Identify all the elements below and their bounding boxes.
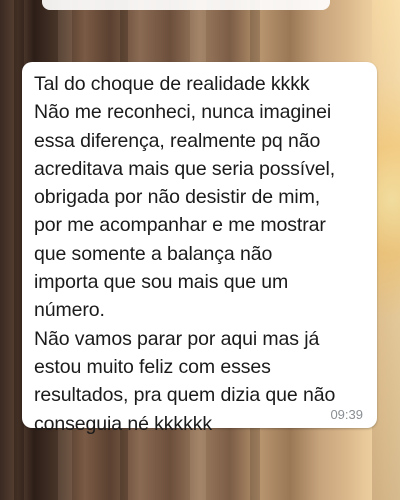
message-line: obrigada por não desistir de mim, bbox=[34, 186, 321, 209]
message-timestamp: 09:39 bbox=[330, 407, 363, 422]
message-line: resultados, pra quem dizia que não bbox=[34, 384, 336, 407]
message-line: que somente a balança não bbox=[34, 242, 273, 265]
message-line: Não me reconheci, nunca imaginei bbox=[34, 101, 332, 124]
message-line: Não vamos parar por aqui mas já bbox=[34, 327, 320, 350]
previous-message-bubble-edge bbox=[42, 0, 330, 10]
message-text: Tal do choque de realidade kkkk Não me re… bbox=[34, 70, 365, 438]
message-line: estou muito feliz com esses bbox=[34, 355, 271, 378]
message-line: número. bbox=[34, 299, 105, 322]
received-message-bubble[interactable]: Tal do choque de realidade kkkk Não me re… bbox=[22, 62, 377, 435]
message-line: por me acompanhar e me mostrar bbox=[34, 214, 326, 237]
message-line: acreditava mais que seria possível, bbox=[34, 157, 336, 180]
message-line: importa que sou mais que um bbox=[34, 271, 289, 294]
message-line: Tal do choque de realidade kkkk bbox=[34, 73, 310, 95]
message-line: conseguia né kkkkkk bbox=[34, 412, 213, 435]
message-line: essa diferença, realmente pq não bbox=[34, 129, 321, 152]
